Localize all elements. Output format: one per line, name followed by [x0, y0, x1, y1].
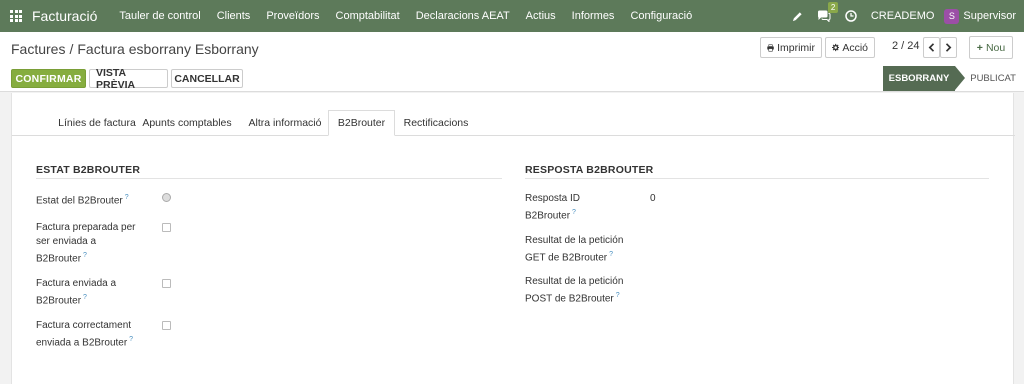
breadcrumb-parent[interactable]: Factures	[11, 41, 65, 57]
tab-journal-items[interactable]: Apunts comptables	[132, 110, 242, 136]
field-label-get-result: Resultat de la petición GET de B2Brouter?	[525, 235, 624, 264]
help-icon[interactable]: ?	[609, 251, 613, 258]
print-label: Imprimir	[777, 41, 815, 54]
field-label-response-id: Resposta ID B2Brouter?	[525, 193, 581, 222]
confirm-button[interactable]: CONFIRMAR	[11, 69, 86, 88]
company-switcher[interactable]: CREADEMO	[871, 10, 935, 22]
cancel-button[interactable]: CANCELLAR	[171, 69, 243, 88]
b2brouter-state-radio[interactable]	[162, 193, 171, 202]
apps-menu-icon[interactable]	[0, 0, 32, 32]
preview-button[interactable]: VISTA PRÈVIA	[89, 67, 168, 91]
tab-b2brouter[interactable]: B2Brouter	[328, 110, 395, 136]
pager-next-button[interactable]	[940, 37, 957, 58]
activity-clock-icon[interactable]	[845, 10, 857, 22]
app-brand[interactable]: Facturació	[32, 8, 97, 24]
field-label-invoice-sent-correctly: Factura correctament enviada a B2Brouter?	[36, 320, 134, 349]
chevron-right-icon	[945, 43, 952, 52]
main-menu: Tauler de control Clients Proveïdors Com…	[119, 10, 708, 22]
pager-previous-button[interactable]	[923, 37, 940, 58]
menu-item-dashboard[interactable]: Tauler de control	[119, 10, 200, 22]
breadcrumb-separator: /	[69, 41, 74, 57]
field-label-post-result: Resultat de la petición POST de B2Brouter…	[525, 276, 624, 305]
invoice-prepared-checkbox[interactable]	[162, 223, 171, 232]
breadcrumb: Factures / Factura esborrany Esborrany	[11, 41, 259, 57]
invoice-sent-checkbox[interactable]	[162, 279, 171, 288]
new-record-button[interactable]: + Nou	[969, 36, 1013, 59]
menu-item-reports[interactable]: Informes	[572, 10, 615, 22]
menu-item-accounting[interactable]: Comptabilitat	[336, 10, 400, 22]
invoice-sent-correctly-checkbox[interactable]	[162, 321, 171, 330]
plus-icon: +	[976, 41, 983, 54]
printer-icon	[767, 43, 774, 52]
help-icon[interactable]: ?	[572, 209, 576, 216]
avatar[interactable]: S	[944, 8, 960, 24]
menu-item-configuration[interactable]: Configuració	[630, 10, 692, 22]
action-button[interactable]: Acció	[825, 37, 875, 58]
new-label: Nou	[985, 41, 1006, 54]
help-icon[interactable]: ?	[83, 294, 87, 301]
form-sheet: Línies de factura Apunts comptables Altr…	[11, 93, 1015, 384]
gear-icon	[832, 43, 840, 52]
section-title-b2brouter-status: ESTAT B2BROUTER	[36, 164, 141, 176]
pager-value[interactable]: 2 / 24	[892, 40, 920, 52]
help-icon[interactable]: ?	[125, 194, 129, 201]
field-label-invoice-sent: Factura enviada a B2Brouter?	[36, 278, 117, 307]
notebook-tabs: Línies de factura Apunts comptables Altr…	[12, 110, 1015, 136]
status-draft[interactable]: ESBORRANY	[883, 66, 965, 91]
menu-item-customers[interactable]: Clients	[217, 10, 251, 22]
top-navbar: Facturació Tauler de control Clients Pro…	[0, 0, 1024, 32]
help-icon[interactable]: ?	[616, 292, 620, 299]
tab-rectifications[interactable]: Rectificacions	[395, 110, 477, 136]
section-divider	[36, 178, 502, 179]
action-label: Acció	[842, 41, 868, 54]
section-title-b2brouter-response: RESPOSTA B2BROUTER	[525, 164, 654, 176]
field-label-invoice-prepared: Factura preparada per ser enviada a B2Brou…	[36, 222, 136, 265]
help-icon[interactable]: ?	[129, 336, 133, 343]
user-menu[interactable]: Supervisor	[963, 10, 1016, 22]
help-icon[interactable]: ?	[83, 252, 87, 259]
section-divider	[525, 178, 989, 179]
chat-icon[interactable]: 2	[817, 2, 839, 22]
status-bar: ESBORRANY PUBLICAT	[883, 66, 1024, 91]
menu-item-aeat-declarations[interactable]: Declaracions AEAT	[416, 10, 510, 22]
chevron-left-icon	[928, 43, 935, 52]
tab-other-info[interactable]: Altra informació	[242, 110, 328, 136]
status-posted[interactable]: PUBLICAT	[955, 66, 1024, 91]
chat-count-badge: 2	[827, 2, 839, 13]
menu-item-assets[interactable]: Actius	[526, 10, 556, 22]
field-label-b2brouter-state: Estat del B2Brouter?	[36, 194, 129, 207]
menu-item-vendors[interactable]: Proveïdors	[266, 10, 319, 22]
response-id-value: 0	[650, 193, 656, 204]
breadcrumb-current: Factura esborrany Esborrany	[77, 41, 259, 57]
edit-pencil-icon[interactable]	[792, 11, 803, 22]
print-button[interactable]: Imprimir	[760, 37, 822, 58]
